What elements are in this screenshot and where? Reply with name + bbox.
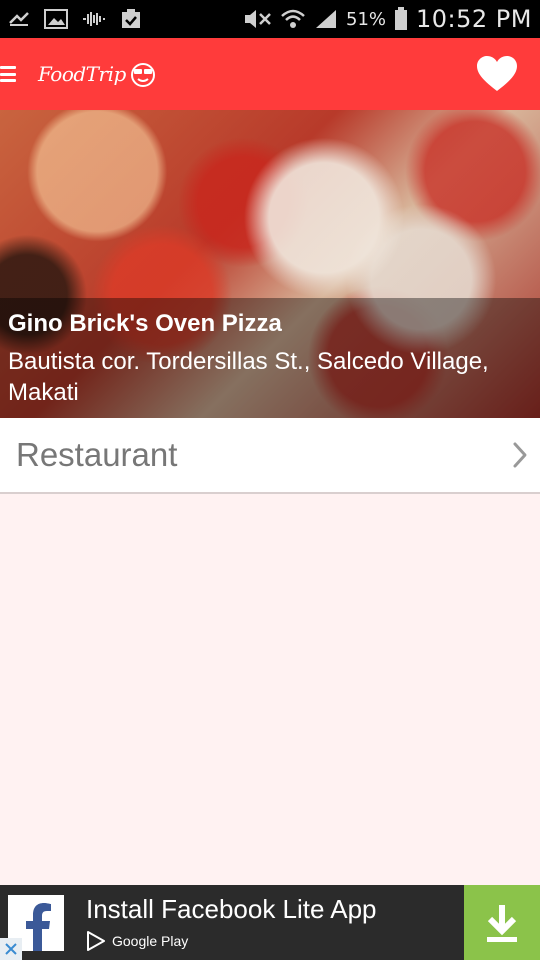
voicemail-icon [82,10,106,28]
google-play-icon [87,931,105,951]
image-icon [44,9,68,29]
logo-text: FoodTrip [38,62,126,86]
clock: 10:52 PM [416,5,532,33]
app-bar: FoodTrip [0,38,540,110]
mute-icon [242,8,272,30]
signal-icon [314,8,338,30]
chevron-right-icon [513,442,527,468]
category-label: Restaurant [16,436,178,473]
battery-icon [394,7,408,31]
restaurant-address: Bautista cor. Tordersillas St., Salcedo … [8,348,489,406]
ad-title: Install Facebook Lite App [86,894,377,924]
battery-percent: 51% [346,8,387,30]
app-logo: FoodTrip [38,61,158,87]
favorite-heart-icon[interactable] [476,55,518,93]
ad-close-icon[interactable] [0,938,22,960]
ad-banner[interactable]: Install Facebook Lite App Google Play [0,885,540,960]
category-row[interactable]: Restaurant [0,418,540,494]
clipboard-check-icon [120,8,142,30]
missed-call-icon [8,11,30,27]
logo-face-icon [130,63,155,87]
wifi-icon [280,8,306,30]
status-bar: 51% 10:52 PM [0,0,540,38]
restaurant-hero-image: Gino Brick's Oven Pizza Bautista cor. To… [0,110,540,418]
download-icon [487,904,517,942]
restaurant-name: Gino Brick's Oven Pizza [8,310,282,337]
ad-store-label: Google Play [112,933,189,949]
ad-download-button[interactable] [464,885,540,960]
hamburger-icon[interactable] [0,64,20,84]
